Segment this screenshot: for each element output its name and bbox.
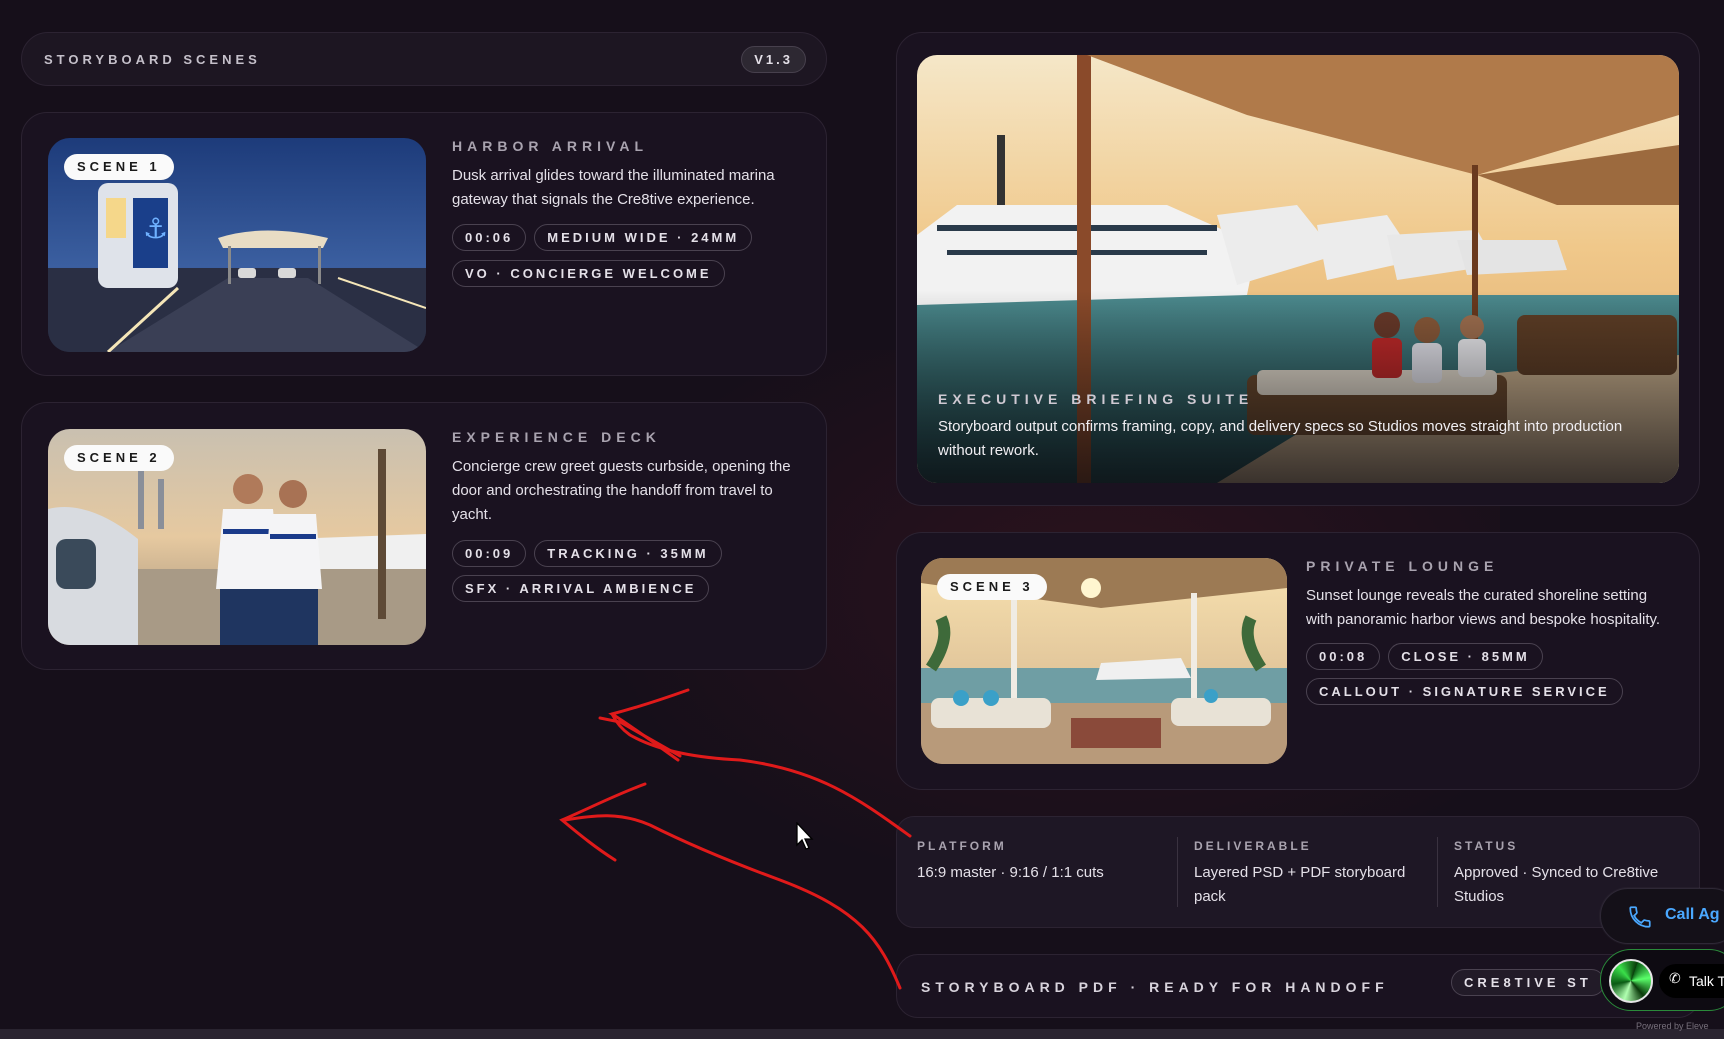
footer-bar: STORYBOARD PDF · READY FOR HANDOFF CRE8T… — [896, 954, 1700, 1018]
spec-status-label: STATUS — [1454, 839, 1519, 853]
footer-label: STORYBOARD PDF · READY FOR HANDOFF — [921, 979, 1389, 995]
scene-3-duration: 00:08 — [1306, 643, 1381, 670]
mouse-cursor-icon — [796, 822, 814, 850]
scene-1-duration: 00:06 — [452, 224, 527, 251]
scene-2-description: Concierge crew greet guests curbside, op… — [452, 458, 791, 523]
spec-deliverable-label: DELIVERABLE — [1194, 839, 1312, 853]
scene-3-shot: CLOSE · 85MM — [1388, 643, 1543, 670]
scene-3-tag: SCENE 3 — [937, 574, 1047, 600]
spec-deliverable: DELIVERABLE Layered PSD + PDF storyboard… — [1194, 839, 1424, 909]
page-title: STORYBOARD SCENES — [44, 52, 261, 67]
spec-platform-value: 16:9 master · 9:16 / 1:1 cuts — [917, 864, 1104, 881]
specs-card: PLATFORM 16:9 master · 9:16 / 1:1 cuts D… — [896, 816, 1700, 928]
scene-1-audio: VO · CONCIERGE WELCOME — [452, 260, 725, 287]
scene-1-title: HARBOR ARRIVAL — [452, 138, 648, 154]
scene-1-image: ⚓ SCENE 1 — [48, 138, 426, 352]
scene-1-shot: MEDIUM WIDE · 24MM — [534, 224, 753, 251]
svg-text:⚓: ⚓ — [143, 212, 168, 245]
annotation-arrow-lower — [563, 814, 902, 990]
scene-3-audio: CALLOUT · SIGNATURE SERVICE — [1306, 678, 1623, 705]
scene-2-duration: 00:09 — [452, 540, 527, 567]
spec-platform-label: PLATFORM — [917, 839, 1007, 853]
scene-3-image: SCENE 3 — [921, 558, 1287, 764]
annotation-arrow-upper — [610, 712, 912, 838]
scene-3-description: Sunset lounge reveals the curated shorel… — [1306, 587, 1661, 628]
talk-widget[interactable]: ✆ Talk T — [1600, 949, 1724, 1011]
spec-divider-1 — [1177, 837, 1178, 907]
annotation-arrowhead-lower — [559, 782, 647, 862]
talk-label: Talk T — [1689, 973, 1724, 989]
hero-card: EXECUTIVE BRIEFING SUITE Storyboard outp… — [896, 32, 1700, 506]
phone-small-icon: ✆ — [1669, 971, 1681, 987]
storyboard-header: STORYBOARD SCENES V1.3 — [21, 32, 827, 86]
scene-2-audio: SFX · ARRIVAL AMBIENCE — [452, 575, 710, 602]
spec-deliverable-value: Layered PSD + PDF storyboard pack — [1194, 864, 1406, 905]
orb-avatar — [1609, 959, 1653, 1003]
version-badge: V1.3 — [741, 46, 806, 73]
scene-2-image: SCENE 2 — [48, 429, 426, 645]
call-agent-label: Call Ag — [1665, 906, 1720, 923]
scene-2-title: EXPERIENCE DECK — [452, 429, 661, 445]
footer-brand-badge: CRE8TIVE ST — [1451, 969, 1605, 996]
spec-platform: PLATFORM 16:9 master · 9:16 / 1:1 cuts — [917, 839, 1167, 885]
scene-2-tag: SCENE 2 — [64, 445, 174, 471]
powered-by-text: Powered by Eleve — [1636, 1021, 1709, 1031]
scene-3-title: PRIVATE LOUNGE — [1306, 558, 1499, 574]
bottom-strip — [0, 1029, 1724, 1039]
scene-card-3[interactable]: SCENE 3 PRIVATE LOUNGE Sunset lounge rev… — [896, 532, 1700, 790]
spec-divider-2 — [1437, 837, 1438, 907]
hero-description: Storyboard output confirms framing, copy… — [938, 418, 1623, 459]
phone-icon — [1629, 906, 1651, 928]
scene-card-1[interactable]: ⚓ SCENE 1 HARBOR ARRIVAL Dusk arrival gl… — [21, 112, 827, 376]
annotation-arrowhead-upper — [608, 688, 690, 762]
scene-2-shot: TRACKING · 35MM — [534, 540, 722, 567]
call-agent-button[interactable]: Call Ag — [1600, 888, 1724, 944]
scene-1-tag: SCENE 1 — [64, 154, 174, 180]
hero-title: EXECUTIVE BRIEFING SUITE — [938, 391, 1254, 407]
talk-button[interactable]: ✆ Talk T — [1659, 964, 1724, 998]
scene-card-2[interactable]: SCENE 2 EXPERIENCE DECK Concierge crew g… — [21, 402, 827, 670]
scene-1-description: Dusk arrival glides toward the illuminat… — [452, 167, 775, 208]
